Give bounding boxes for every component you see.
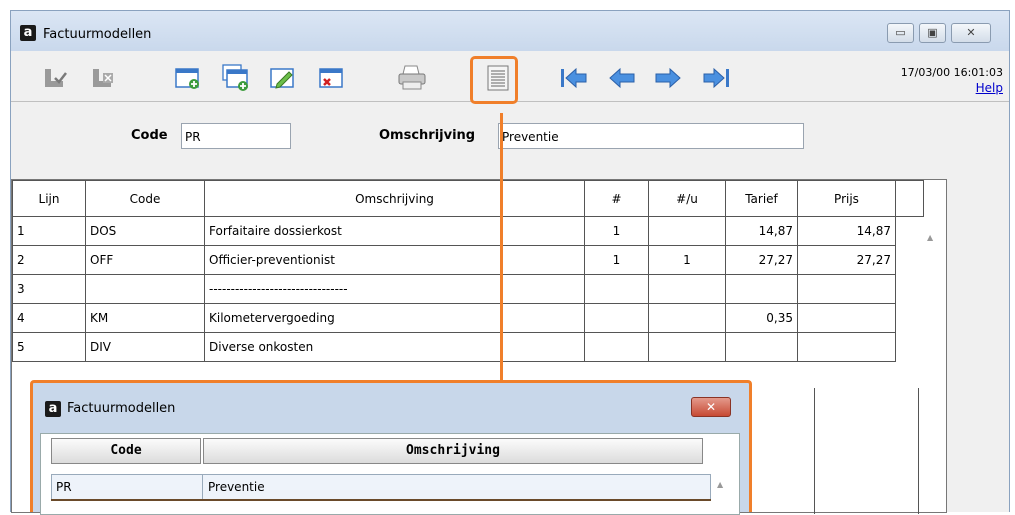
code-field[interactable]: PR <box>181 123 291 149</box>
prijs-cell[interactable] <box>797 274 896 304</box>
omschrijving-cell[interactable]: Diverse onkosten <box>204 332 585 362</box>
delete-icon[interactable] <box>315 61 349 95</box>
scrollbar-cell <box>896 333 924 362</box>
popup-grid: Code Omschrijving PR Preventie ▲ <box>40 433 740 515</box>
code-cell[interactable]: DIV <box>85 332 205 362</box>
column-header[interactable]: #/u <box>648 180 726 217</box>
maximize-button[interactable]: ▣ <box>919 23 946 43</box>
table-row[interactable]: 5 DIV Diverse onkosten <box>12 332 924 362</box>
scrollbar-cell <box>896 275 924 304</box>
column-header[interactable]: Omschrijving <box>204 180 585 217</box>
lijn-cell[interactable]: 3 <box>12 274 86 304</box>
omschrijving-cell[interactable]: Officier-preventionist <box>204 245 585 275</box>
omschrijving-cell[interactable]: Kilometervergoeding <box>204 303 585 333</box>
table-header-row: Lijn Code Omschrijving # #/u Tarief Prij… <box>12 180 924 217</box>
next-record-icon[interactable] <box>651 61 685 95</box>
popup-list-item[interactable]: PR Preventie <box>51 474 711 501</box>
count-cell[interactable] <box>584 303 649 333</box>
omschrijving-cell[interactable]: Forfaitaire dossierkost <box>204 216 585 246</box>
popup-close-button[interactable]: ✕ <box>691 397 731 417</box>
header-form: Code PR Omschrijving Preventie <box>11 103 1009 163</box>
minimize-button[interactable]: ▭ <box>887 23 914 43</box>
count-per-unit-cell[interactable] <box>648 274 726 304</box>
popup-scroll-up-arrow-icon[interactable]: ▲ <box>717 480 723 489</box>
popup-column-divider <box>202 475 203 501</box>
tarief-cell[interactable]: 0,35 <box>725 303 798 333</box>
lijn-cell[interactable]: 5 <box>12 332 86 362</box>
app-logo-icon: a <box>20 25 36 41</box>
lijn-cell[interactable]: 4 <box>12 303 86 333</box>
omschrijving-cell[interactable]: -------------------------------- <box>204 274 585 304</box>
popup-selected-row-underline <box>51 499 711 501</box>
list-button-highlight <box>470 56 518 104</box>
column-header[interactable]: Tarief <box>725 180 798 217</box>
table-row[interactable]: 3 -------------------------------- <box>12 274 924 304</box>
column-divider <box>918 388 919 514</box>
prijs-cell[interactable] <box>797 303 896 333</box>
scrollbar-cell <box>896 217 924 246</box>
save-check-icon[interactable] <box>39 61 73 95</box>
popup-column-header-omschrijving[interactable]: Omschrijving <box>203 438 703 464</box>
table-row[interactable]: 4 KM Kilometervergoeding 0,35 <box>12 303 924 333</box>
window-title: Factuurmodellen <box>43 27 152 42</box>
count-cell[interactable] <box>584 332 649 362</box>
scrollbar-cell <box>896 246 924 275</box>
column-header[interactable]: # <box>584 180 649 217</box>
lijn-cell[interactable]: 1 <box>12 216 86 246</box>
scrollbar-cell <box>896 304 924 333</box>
close-button[interactable]: ✕ <box>951 23 991 43</box>
save-cancel-icon[interactable] <box>87 61 121 95</box>
popup-column-header-code[interactable]: Code <box>51 438 201 464</box>
popup-title: Factuurmodellen <box>67 401 176 416</box>
copy-new-icon[interactable] <box>219 61 253 95</box>
print-icon[interactable] <box>395 61 429 95</box>
tarief-cell[interactable]: 14,87 <box>725 216 798 246</box>
column-divider <box>814 388 815 514</box>
title-bar: a Factuurmodellen ▭ ▣ ✕ <box>11 11 1009 51</box>
column-header[interactable]: Code <box>85 180 205 217</box>
count-cell[interactable] <box>584 274 649 304</box>
count-per-unit-cell[interactable] <box>648 332 726 362</box>
app-logo-icon: a <box>45 401 61 417</box>
code-cell[interactable]: DOS <box>85 216 205 246</box>
scrollbar-header <box>895 180 924 217</box>
prijs-cell[interactable] <box>797 332 896 362</box>
edit-icon[interactable] <box>266 61 300 95</box>
code-cell[interactable]: KM <box>85 303 205 333</box>
datetime-display: 17/03/00 16:01:03 <box>900 66 1003 79</box>
code-cell[interactable] <box>85 274 205 304</box>
tarief-cell[interactable] <box>725 332 798 362</box>
table-row[interactable]: 2 OFF Officier-preventionist 1 1 27,27 2… <box>12 245 924 275</box>
popup-code-cell[interactable]: PR <box>56 480 72 494</box>
help-link[interactable]: Help <box>976 81 1003 95</box>
table-row[interactable]: 1 DOS Forfaitaire dossierkost 1 14,87 14… <box>12 216 924 246</box>
tarief-cell[interactable]: 27,27 <box>725 245 798 275</box>
popup-omschrijving-cell[interactable]: Preventie <box>208 480 265 494</box>
count-per-unit-cell[interactable] <box>648 303 726 333</box>
column-header[interactable]: Prijs <box>797 180 896 217</box>
first-record-icon[interactable] <box>557 61 591 95</box>
omschrijving-field[interactable]: Preventie <box>498 123 804 149</box>
omschrijving-label: Omschrijving <box>379 128 476 143</box>
lijn-cell[interactable]: 2 <box>12 245 86 275</box>
count-per-unit-cell[interactable]: 1 <box>648 245 726 275</box>
code-cell[interactable]: OFF <box>85 245 205 275</box>
tarief-cell[interactable] <box>725 274 798 304</box>
last-record-icon[interactable] <box>699 61 733 95</box>
count-per-unit-cell[interactable] <box>648 216 726 246</box>
new-icon[interactable] <box>171 61 205 95</box>
count-cell[interactable]: 1 <box>584 216 649 246</box>
prijs-cell[interactable]: 27,27 <box>797 245 896 275</box>
previous-record-icon[interactable] <box>605 61 639 95</box>
count-cell[interactable]: 1 <box>584 245 649 275</box>
lookup-popup: a Factuurmodellen ✕ Code Omschrijving PR… <box>30 380 752 515</box>
column-header[interactable]: Lijn <box>12 180 86 217</box>
code-label: Code <box>131 128 168 143</box>
scroll-up-arrow-icon[interactable]: ▲ <box>927 233 933 242</box>
prijs-cell[interactable]: 14,87 <box>797 216 896 246</box>
callout-connector-line <box>500 113 503 391</box>
